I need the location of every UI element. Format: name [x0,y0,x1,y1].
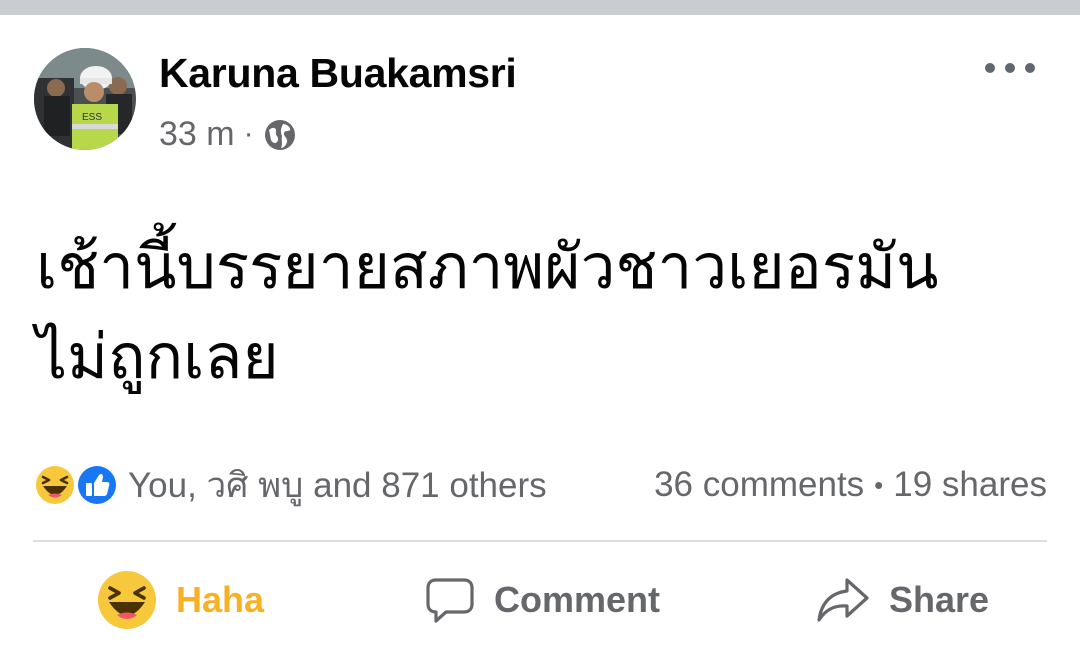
more-dot-icon [1025,63,1035,73]
share-label: Share [889,579,990,620]
globe-icon[interactable] [263,118,297,152]
haha-label: Haha [176,579,265,620]
top-separator-bar [0,0,1080,15]
more-dot-icon [1005,63,1015,73]
haha-button[interactable]: Haha [96,568,264,632]
haha-icon [34,464,76,506]
post-meta: 33 m · [159,112,297,156]
counts-separator: • [874,469,884,500]
comment-button[interactable]: Comment [424,568,660,632]
like-icon [76,464,118,506]
post-text-line: เช้านี้บรรยายสภาพผัวชาวเยอรมัน [36,230,939,303]
engagement-counts: 36 comments • 19 shares [654,462,1047,508]
more-dot-icon [985,63,995,73]
more-options-button[interactable] [983,52,1037,84]
post-text: เช้านี้บรรยายสภาพผัวชาวเยอรมัน ไม่ถูกเลย [36,222,1046,402]
reaction-summary-text: You, วศิ พบู and 871 others [128,465,547,505]
comment-icon [424,574,476,626]
divider [33,540,1047,542]
avatar[interactable]: ESS [34,48,136,150]
author-name[interactable]: Karuna Buakamsri [159,50,517,97]
comments-count[interactable]: 36 comments [654,465,864,505]
post-text-line: ไม่ถูกเลย [36,320,279,393]
comment-label: Comment [494,579,661,620]
share-icon [815,574,871,626]
share-button[interactable]: Share [815,568,989,632]
reaction-summary-row[interactable]: You, วศิ พบู and 871 others [30,462,547,508]
reaction-icons [30,462,122,508]
svg-text:ESS: ESS [82,112,102,123]
post-time[interactable]: 33 m [159,115,235,154]
meta-separator: · [243,117,254,150]
haha-icon [96,569,158,631]
shares-count[interactable]: 19 shares [893,465,1047,505]
